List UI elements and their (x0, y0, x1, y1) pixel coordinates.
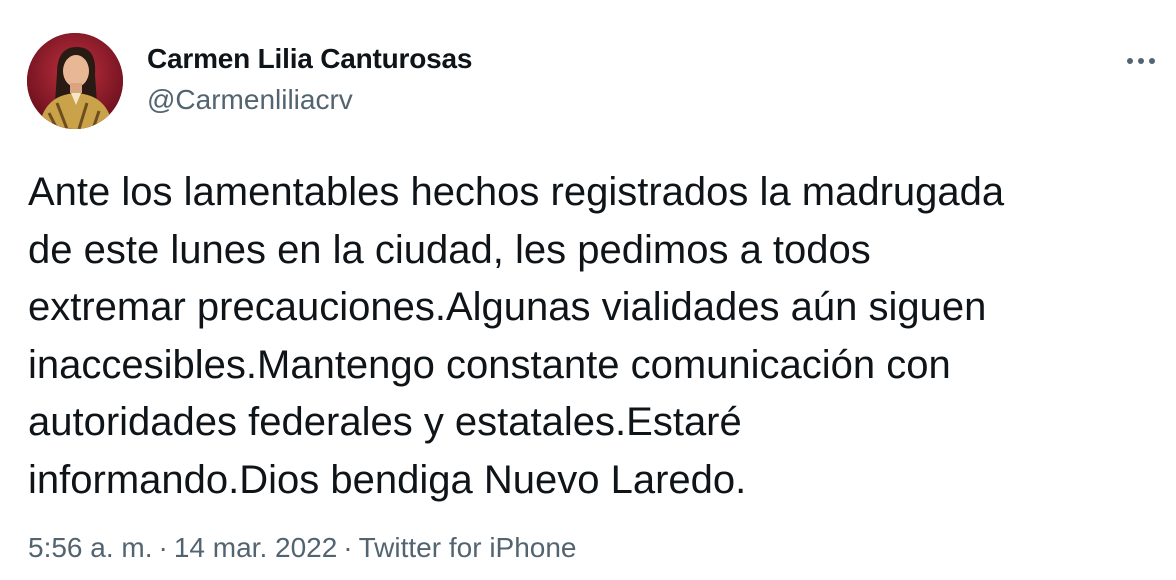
tweet-text-line: informando.Dios bendiga Nuevo Laredo. (28, 457, 747, 502)
meta-separator: · (343, 532, 353, 563)
avatar[interactable] (27, 33, 123, 129)
author-name[interactable]: Carmen Lilia Canturosas (147, 43, 472, 75)
tweet-metadata: 5:56 a. m. · 14 mar. 2022 · Twitter for iPho… (28, 532, 577, 564)
tweet-text: Ante los lamentables hechos registrados … (28, 164, 1158, 509)
tweet-text-line: extremar precauciones.Algunas vialidades… (28, 285, 987, 329)
tweet-date-link[interactable]: 14 mar. 2022 (174, 532, 337, 563)
tweet-text-line: Ante los lamentables hechos registrados … (28, 170, 1005, 214)
tweet-text-line: inaccesibles.Mantengo constante comunica… (28, 342, 951, 387)
author-handle[interactable]: @Carmenliliacrv (147, 84, 353, 116)
ellipsis-icon (1127, 58, 1155, 64)
more-options-button[interactable] (1124, 44, 1158, 78)
meta-separator: · (158, 532, 168, 563)
tweet-text-line: autoridades federales y estatales.Estaré (28, 400, 742, 444)
tweet-card: Carmen Lilia Canturosas @Carmenliliacrv … (0, 0, 1176, 580)
tweet-text-line: de este lunes en la ciudad, les pedimos … (28, 227, 871, 272)
avatar-image (27, 33, 123, 129)
tweet-source-link[interactable]: Twitter for iPhone (359, 532, 577, 563)
tweet-time-link[interactable]: 5:56 a. m. (28, 532, 153, 563)
